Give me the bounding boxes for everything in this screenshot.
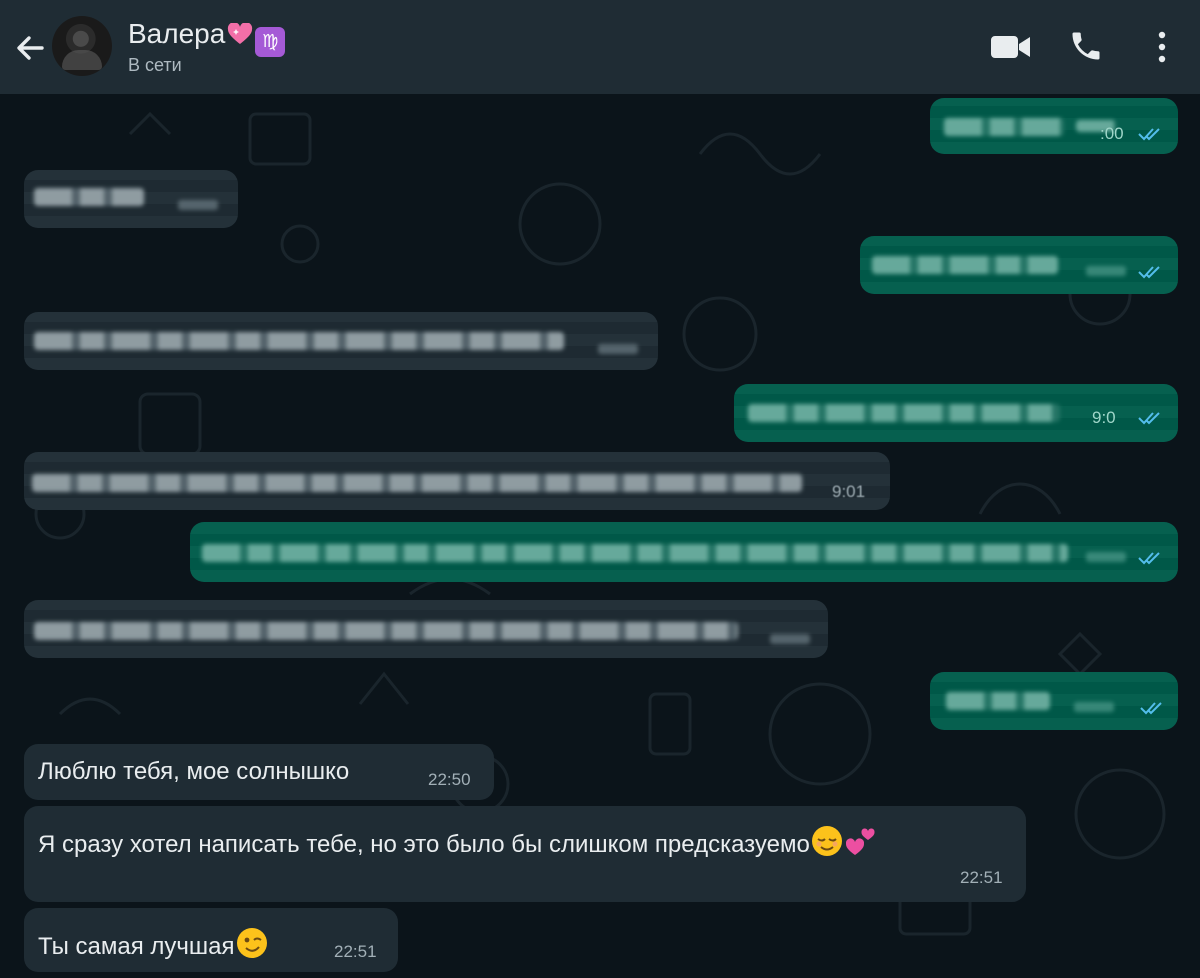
video-call-icon[interactable] <box>990 33 1032 66</box>
incoming-message[interactable]: Я сразу хотел написать тебе, но это было… <box>24 806 1026 902</box>
chat-background: :00 9:0 9:01 Люблю тебя, мое солнышко 22… <box>0 94 1200 978</box>
sparkling-heart-icon <box>227 20 253 44</box>
read-ticks-icon <box>1138 266 1160 279</box>
read-ticks-icon <box>1138 552 1160 565</box>
winking-face-icon <box>235 926 269 960</box>
message-text: Ты самая лучшая <box>38 933 235 960</box>
incoming-message-blurred[interactable] <box>24 312 658 370</box>
voice-call-icon[interactable] <box>1068 28 1104 69</box>
two-hearts-icon <box>844 824 878 858</box>
message-text-line: Ты самая лучшая <box>38 926 269 961</box>
message-text: Я сразу хотел написать тебе, но это было… <box>38 831 810 858</box>
back-arrow-icon[interactable] <box>10 28 50 68</box>
message-time: :00 <box>1100 124 1124 143</box>
outgoing-message-blurred[interactable] <box>930 672 1178 730</box>
message-time: 22:51 <box>960 868 1003 887</box>
message-time: 22:51 <box>334 942 377 961</box>
message-text-line: Я сразу хотел написать тебе, но это было… <box>38 824 878 859</box>
incoming-message-blurred[interactable] <box>24 170 238 228</box>
message-text: Люблю тебя, мое солнышко <box>38 758 350 785</box>
relieved-face-icon <box>810 824 844 858</box>
chat-header: Валера ♍ В сети <box>0 0 1200 94</box>
outgoing-message-blurred[interactable]: :00 <box>930 98 1178 154</box>
read-ticks-icon <box>1140 702 1162 715</box>
outgoing-message-blurred[interactable] <box>190 522 1178 582</box>
virgo-zodiac-icon: ♍ <box>255 27 286 57</box>
read-ticks-icon <box>1138 412 1160 425</box>
outgoing-message-blurred[interactable] <box>860 236 1178 294</box>
incoming-message-blurred[interactable]: 9:01 <box>24 452 890 510</box>
outgoing-message-blurred[interactable]: 9:0 <box>734 384 1178 442</box>
incoming-message-blurred[interactable] <box>24 600 828 658</box>
contact-name[interactable]: Валера ♍ <box>128 18 286 57</box>
more-options-icon[interactable] <box>1150 30 1174 69</box>
message-time: 22:50 <box>428 770 471 789</box>
incoming-message[interactable]: Ты самая лучшая 22:51 <box>24 908 398 972</box>
message-time: 9:01 <box>832 482 866 501</box>
message-time: 9:0 <box>1092 408 1116 427</box>
read-ticks-icon <box>1138 128 1160 141</box>
incoming-message[interactable]: Люблю тебя, мое солнышко 22:50 <box>24 744 494 800</box>
contact-name-text: Валера <box>128 18 226 49</box>
contact-avatar[interactable] <box>52 16 112 76</box>
online-status: В сети <box>128 55 182 75</box>
